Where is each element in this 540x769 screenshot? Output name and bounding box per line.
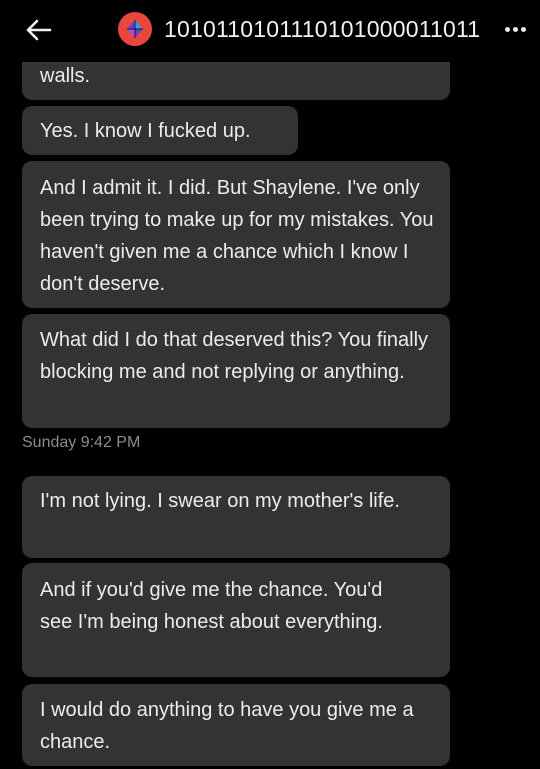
message-bubble[interactable]: And I admit it. I did. But Shaylene. I'v… [22, 161, 450, 308]
more-dots-icon[interactable] [500, 14, 530, 44]
message-bubble[interactable]: And if you'd give me the chance. You'd s… [22, 563, 450, 677]
message-bubble[interactable]: I would do anything to have you give me … [22, 684, 450, 766]
message-text: What did I do that deserved this? You fi… [40, 329, 429, 383]
message-bubble[interactable]: I'm not lying. I swear on my mother's li… [22, 476, 450, 558]
arrow-left-icon[interactable] [22, 16, 54, 44]
message-text: And I admit it. I did. But Shaylene. I'v… [40, 177, 434, 295]
message-bubble[interactable]: What did I do that deserved this? You fi… [22, 314, 450, 428]
message-bubble[interactable]: Yes. I know I fucked up. [22, 106, 298, 155]
message-text: Yes. I know I fucked up. [40, 120, 251, 142]
message-text: walls. [40, 65, 91, 87]
message-text: And if you'd give me the chance. You'd s… [40, 579, 383, 633]
chat-header: 1010110101110101000011011 [0, 0, 540, 62]
message-thread: walls. Yes. I know I fucked up. And I ad… [0, 0, 540, 769]
timestamp: Sunday 9:42 PM [22, 434, 141, 451]
message-text: I'm not lying. I swear on my mother's li… [40, 490, 400, 512]
message-text: I would do anything to have you give me … [40, 699, 414, 753]
diamond-logo-icon [127, 20, 143, 38]
avatar[interactable] [118, 12, 152, 46]
chat-title: 1010110101110101000011011 [164, 16, 481, 42]
